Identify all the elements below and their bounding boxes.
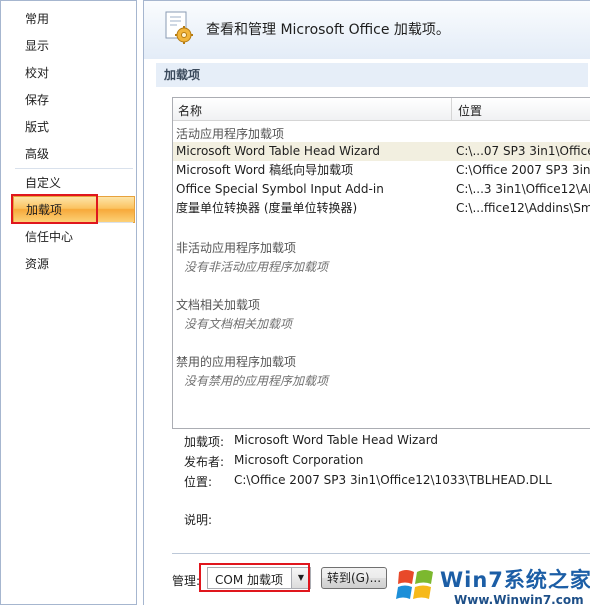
list-row[interactable]: Office Special Symbol Input Add-in C:\..… [173,180,590,199]
sidebar-item-resources[interactable]: 资源 [13,251,135,278]
manage-select-value: COM 加载项 [215,573,283,587]
list-row[interactable]: Microsoft Word 稿纸向导加载项 C:\Office 2007 SP… [173,161,590,180]
sidebar-item-advanced[interactable]: 高级 [13,141,135,168]
sidebar-divider-2 [15,222,133,223]
list-header: 名称 位置 [173,98,590,121]
row-name: 度量单位转换器 (度量单位转换器) [176,201,358,215]
header-title: 查看和管理 Microsoft Office 加载项。 [206,22,450,38]
list-row[interactable]: 度量单位转换器 (度量单位转换器) C:\...ffice12\Addins\S… [173,199,590,218]
row-location: C:\...07 SP3 3in1\Office1 [456,144,590,158]
watermark-brand: Win7系统之家 [440,568,590,592]
group-disabled-empty: 没有禁用的应用程序加载项 [184,374,329,388]
group-document-empty: 没有文档相关加载项 [184,317,293,331]
detail-location-value: C:\Office 2007 SP3 3in1\Office12\1033\TB… [234,473,552,487]
row-location: C:\...3 3in1\Office12\AD [456,182,590,196]
detail-addin-label: 加载项: [184,435,225,449]
sidebar: 常用 显示 校对 保存 版式 高级 自定义 加载项 信任中心 资源 [0,0,137,605]
sidebar-item-proofing[interactable]: 校对 [13,60,135,87]
detail-location-label: 位置: [184,475,213,489]
section-title: 加载项 [156,63,588,87]
watermark: Win7系统之家 Www.Winwin7.com [392,560,590,615]
manage-label: 管理: [172,574,201,588]
row-name: Microsoft Word 稿纸向导加载项 [176,163,354,177]
column-header-location[interactable]: 位置 [458,102,482,119]
go-button[interactable]: 转到(G)... [321,567,387,589]
group-inactive-title: 非活动应用程序加载项 [176,241,297,255]
detail-addin-value: Microsoft Word Table Head Wizard [234,433,439,447]
detail-publisher-value: Microsoft Corporation [234,453,364,467]
detail-description-label: 说明: [184,513,213,527]
sidebar-item-trust-center[interactable]: 信任中心 [13,224,135,251]
sidebar-item-addins[interactable]: 加载项 [13,196,135,223]
column-separator[interactable] [451,98,452,120]
column-header-name[interactable]: 名称 [178,102,202,119]
addins-gear-icon [165,11,193,44]
sidebar-item-common[interactable]: 常用 [13,6,135,33]
windows-logo-icon [396,570,433,599]
watermark-url: Www.Winwin7.com [454,593,584,607]
row-location: C:\...ffice12\Addins\Sma [456,201,590,215]
manage-select[interactable]: COM 加载项 ▼ [207,567,311,589]
sidebar-divider [15,168,133,169]
sidebar-item-customize[interactable]: 自定义 [13,170,135,197]
chevron-down-icon[interactable]: ▼ [291,568,310,588]
row-location: C:\Office 2007 SP3 3in1 [456,163,590,177]
group-inactive-empty: 没有非活动应用程序加载项 [184,260,329,274]
header: 查看和管理 Microsoft Office 加载项。 [144,1,590,59]
group-disabled-title: 禁用的应用程序加载项 [176,355,297,369]
detail-publisher-label: 发布者: [184,455,225,469]
sidebar-item-save[interactable]: 保存 [13,87,135,114]
group-active-title: 活动应用程序加载项 [176,127,285,141]
addins-list[interactable]: 名称 位置 活动应用程序加载项 Microsoft Word Table Hea… [172,97,590,429]
footer-divider [172,553,590,554]
row-name: Microsoft Word Table Head Wizard [176,144,381,158]
group-document-title: 文档相关加载项 [176,298,261,312]
sidebar-item-layout[interactable]: 版式 [13,114,135,141]
sidebar-item-display[interactable]: 显示 [13,33,135,60]
main-panel: 查看和管理 Microsoft Office 加载项。 加载项 名称 位置 活动… [143,0,590,605]
list-row-selected[interactable]: Microsoft Word Table Head Wizard C:\...0… [173,142,590,161]
row-name: Office Special Symbol Input Add-in [176,182,384,196]
